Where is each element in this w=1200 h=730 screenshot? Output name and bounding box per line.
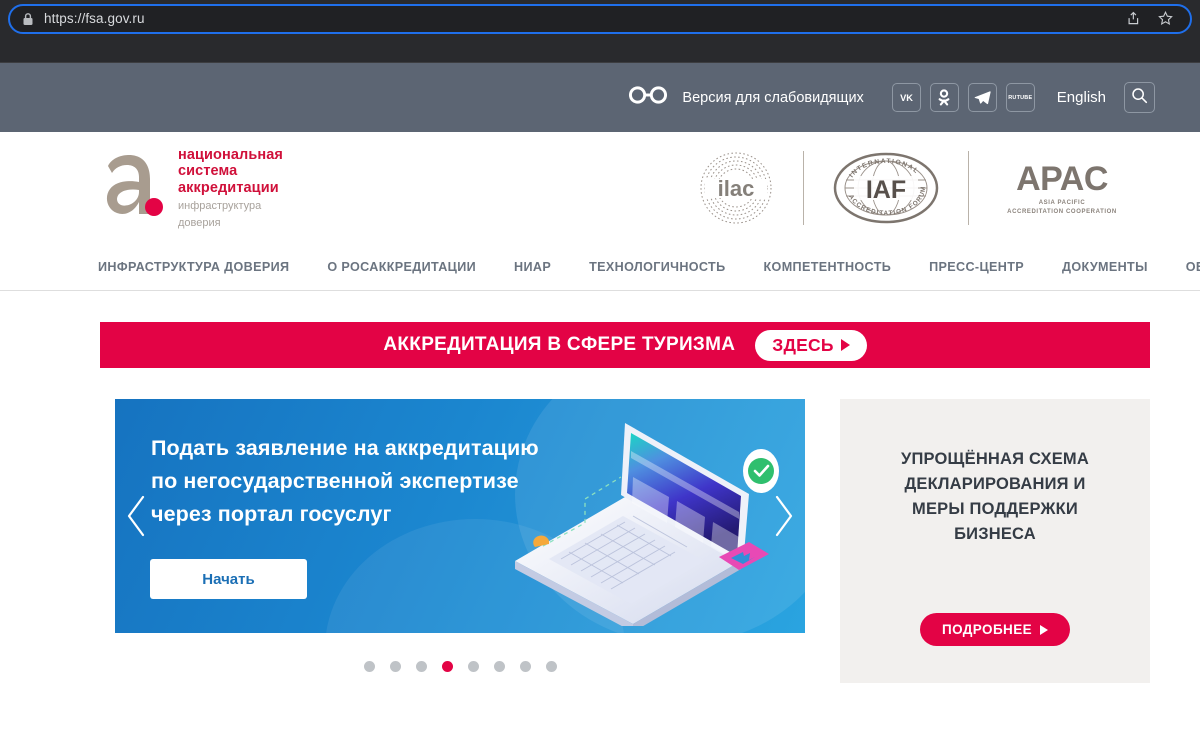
slide-current[interactable]: Подать заявление на аккредитацию по него… bbox=[115, 399, 805, 633]
language-switcher[interactable]: English bbox=[1057, 89, 1106, 106]
slider-dot-8[interactable] bbox=[545, 661, 557, 672]
telegram-icon[interactable] bbox=[967, 83, 997, 112]
rutube-icon[interactable]: RUTUBE bbox=[1005, 83, 1035, 112]
svg-text:ASIA PACIFIC: ASIA PACIFIC bbox=[1039, 200, 1086, 206]
slider-dot-5[interactable] bbox=[467, 661, 479, 672]
accreditation-badges: ilac IAF INTERNATIONAL ACCREDITATION FOR… bbox=[669, 150, 1155, 225]
card-title-line-2: ДЕКЛАРИРОВАНИЯ И bbox=[904, 475, 1086, 493]
svg-text:VK: VK bbox=[900, 93, 913, 103]
nav-item-obratnaya-svyaz[interactable]: ОБРАТНАЯ СВЯЗЬ bbox=[1186, 260, 1200, 274]
logo-line-3: аккредитации bbox=[178, 179, 279, 196]
logo-line-1: национальная bbox=[178, 146, 283, 163]
site-header: национальная система аккредитации инфрас… bbox=[0, 132, 1200, 243]
browser-lower-strip bbox=[0, 37, 1200, 63]
main-navigation: ИНФРАСТРУКТУРА ДОВЕРИЯ О РОСАККРЕДИТАЦИИ… bbox=[0, 243, 1200, 291]
search-button[interactable] bbox=[1124, 82, 1155, 113]
slide-heading: Подать заявление на аккредитацию по него… bbox=[151, 432, 539, 531]
odnoklassniki-icon[interactable] bbox=[929, 83, 959, 112]
iaf-logo-icon[interactable]: IAF INTERNATIONAL ACCREDITATION FORUM bbox=[804, 151, 968, 225]
business-support-card[interactable]: УПРОЩЁННАЯ СХЕМА ДЕКЛАРИРОВАНИЯ И МЕРЫ П… bbox=[840, 399, 1150, 683]
svg-text:ACCREDITATION COOPERATION: ACCREDITATION COOPERATION bbox=[1007, 209, 1117, 215]
triangle-right-icon bbox=[1040, 624, 1049, 635]
card-title: УПРОЩЁННАЯ СХЕМА ДЕКЛАРИРОВАНИЯ И МЕРЫ П… bbox=[901, 447, 1089, 547]
site-logo[interactable]: национальная система аккредитации инфрас… bbox=[98, 145, 283, 231]
svg-text:APAC: APAC bbox=[1016, 160, 1108, 198]
glasses-icon bbox=[628, 86, 668, 109]
hero-row: Подать заявление на аккредитацию по него… bbox=[100, 399, 1150, 683]
slider-dot-1[interactable] bbox=[363, 661, 375, 672]
slider-dot-7[interactable] bbox=[519, 661, 531, 672]
lock-icon bbox=[22, 12, 34, 26]
search-icon bbox=[1131, 87, 1148, 109]
nav-item-press-tsentr[interactable]: ПРЕСС-ЦЕНТР bbox=[929, 260, 1024, 274]
card-more-button[interactable]: ПОДРОБНЕЕ bbox=[919, 613, 1071, 646]
rutube-label: RUTUBE bbox=[1008, 94, 1033, 101]
slider-dot-2[interactable] bbox=[389, 661, 401, 672]
chevron-left-icon[interactable] bbox=[123, 493, 149, 539]
star-outline-icon[interactable] bbox=[1157, 10, 1174, 27]
svg-text:ilac: ilac bbox=[718, 176, 755, 201]
nav-item-dokumenty[interactable]: ДОКУМЕНТЫ bbox=[1062, 260, 1148, 274]
slider-dot-4[interactable] bbox=[441, 661, 453, 672]
ilac-logo-icon[interactable]: ilac bbox=[669, 151, 803, 225]
slider-dots bbox=[115, 661, 805, 672]
accessibility-version-link[interactable]: Версия для слабовидящих bbox=[628, 86, 864, 109]
tourism-promo-banner[interactable]: АККРЕДИТАЦИЯ В СФЕРЕ ТУРИЗМА ЗДЕСЬ bbox=[100, 322, 1150, 368]
nav-item-tehnologichnost[interactable]: ТЕХНОЛОГИЧНОСТЬ bbox=[589, 260, 725, 274]
hero-slider: Подать заявление на аккредитацию по него… bbox=[115, 399, 805, 683]
vk-icon[interactable]: VK bbox=[891, 83, 921, 112]
browser-toolbar: https://fsa.gov.ru bbox=[0, 0, 1200, 37]
logo-sub-2: доверия bbox=[178, 217, 221, 230]
share-icon[interactable] bbox=[1124, 10, 1141, 27]
slide-heading-line-2: по негосударственной экспертизе bbox=[151, 469, 519, 493]
card-title-line-3: МЕРЫ ПОДДЕРЖКИ bbox=[912, 500, 1078, 518]
stylized-a-logo-icon bbox=[98, 152, 164, 224]
address-bar[interactable]: https://fsa.gov.ru bbox=[8, 3, 1192, 34]
card-more-label: ПОДРОБНЕЕ bbox=[941, 622, 1033, 637]
promo-banner-text: АККРЕДИТАЦИЯ В СФЕРЕ ТУРИЗМА bbox=[383, 334, 736, 355]
slider-dot-6[interactable] bbox=[493, 661, 505, 672]
promo-here-label: ЗДЕСЬ bbox=[772, 334, 834, 355]
accessibility-version-label: Версия для слабовидящих bbox=[682, 89, 864, 106]
slide-heading-line-1: Подать заявление на аккредитацию bbox=[151, 436, 539, 460]
logo-wordmark: национальная система аккредитации инфрас… bbox=[178, 145, 283, 231]
slider-dot-3[interactable] bbox=[415, 661, 427, 672]
promo-here-button[interactable]: ЗДЕСЬ bbox=[755, 329, 867, 361]
nav-item-niar[interactable]: НИАР bbox=[514, 260, 551, 274]
social-links: VK RUTUBE bbox=[891, 83, 1035, 112]
triangle-right-icon bbox=[840, 339, 850, 351]
nav-item-kompetentnost[interactable]: КОМПЕТЕНТНОСТЬ bbox=[764, 260, 892, 274]
chevron-right-icon[interactable] bbox=[771, 493, 797, 539]
nav-item-infrastruktura-doveriya[interactable]: ИНФРАСТРУКТУРА ДОВЕРИЯ bbox=[98, 260, 289, 274]
slide-start-button[interactable]: Начать bbox=[150, 559, 307, 599]
svg-text:IAF: IAF bbox=[866, 176, 906, 204]
logo-sub-1: инфраструктура bbox=[178, 200, 262, 213]
card-title-line-4: БИЗНЕСА bbox=[954, 525, 1036, 543]
nav-item-o-rosakkreditatsii[interactable]: О РОСАККРЕДИТАЦИИ bbox=[327, 260, 476, 274]
card-title-line-1: УПРОЩЁННАЯ СХЕМА bbox=[901, 450, 1089, 468]
slide-heading-line-3: через портал госуслуг bbox=[151, 502, 392, 526]
page-content: АККРЕДИТАЦИЯ В СФЕРЕ ТУРИЗМА ЗДЕСЬ Подат… bbox=[0, 291, 1200, 683]
url-text: https://fsa.gov.ru bbox=[44, 11, 145, 26]
apac-logo-icon[interactable]: APAC ASIA PACIFIC ACCREDITATION COOPERAT… bbox=[969, 151, 1155, 225]
logo-line-2: система bbox=[178, 163, 238, 180]
utility-bar: Версия для слабовидящих VK RUTUBE Englis… bbox=[0, 63, 1200, 132]
